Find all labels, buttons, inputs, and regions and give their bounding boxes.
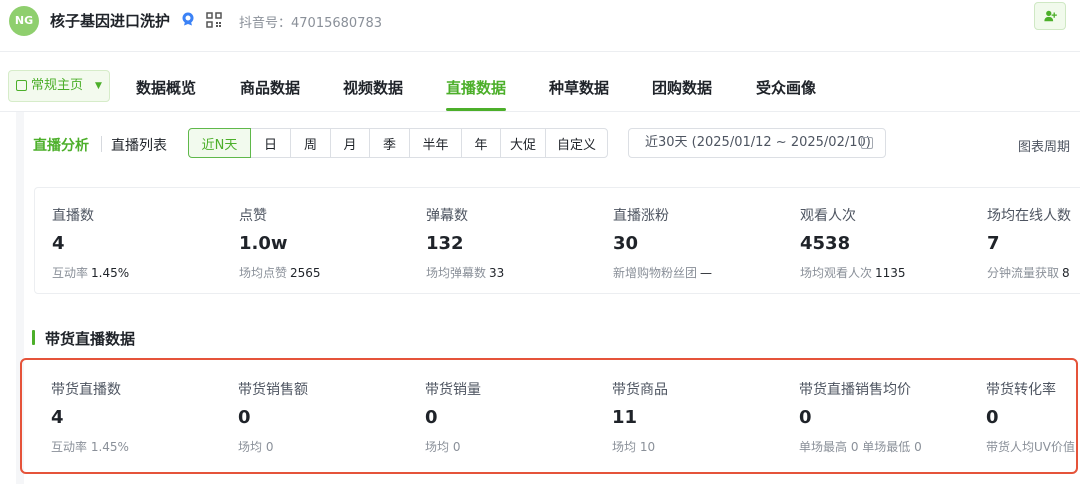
period-recent-n[interactable]: 近N天 (188, 128, 251, 158)
home-label: 常规主页 (31, 78, 84, 93)
date-range-text: 近30天 (2025/01/12 ~ 2025/02/10) (645, 135, 871, 150)
period-custom[interactable]: 自定义 (545, 128, 608, 158)
home-icon (16, 80, 27, 91)
stat-sub-label: 场均弹幕数 (426, 266, 487, 280)
stat-label: 直播数 (52, 208, 94, 224)
stat-label: 点赞 (239, 208, 267, 224)
subtab-live-analysis[interactable]: 直播分析 (33, 135, 89, 155)
date-range-picker[interactable]: 近30天 (2025/01/12 ~ 2025/02/10) (628, 128, 886, 158)
stat-sub-label: 新增购物粉丝团 (613, 266, 698, 280)
stat-sub: 互动率 1.45% (52, 264, 129, 281)
stat-sub-label: 互动率 (52, 266, 89, 280)
period-year[interactable]: 年 (461, 128, 501, 158)
period-half-year[interactable]: 半年 (409, 128, 462, 158)
stat-likes: 点赞 1.0w 场均点赞 2565 (222, 188, 409, 293)
stat-sub: 场均点赞 2565 (239, 264, 321, 281)
shop-logo: NG (9, 6, 39, 36)
stat-new-fans: 直播涨粉 30 新增购物粉丝团 — (596, 188, 783, 293)
stat-value: 4 (52, 233, 65, 254)
tab-videos[interactable]: 视频数据 (343, 77, 403, 98)
stat-avg-online: 场均在线人数 7 分钟流量获取 8 (970, 188, 1080, 293)
tab-live[interactable]: 直播数据 (446, 77, 506, 98)
stat-label: 观看人次 (800, 208, 856, 224)
tab-seeding[interactable]: 种草数据 (549, 77, 609, 98)
tab-audience[interactable]: 受众画像 (756, 77, 816, 98)
subtab-live-list[interactable]: 直播列表 (111, 135, 167, 155)
stat-value: 7 (987, 233, 1000, 254)
top-bar: NG 核子基因进口洗护 抖音号：47015680783 (0, 0, 1080, 52)
stat-sub-value: 33 (489, 266, 505, 280)
stat-sub: 分钟流量获取 8 (987, 264, 1070, 281)
douyin-id: 抖音号：47015680783 (239, 12, 382, 31)
live-stats-card: 直播数 4 互动率 1.45% 点赞 1.0w 场均点赞 2565 弹幕数 132 … (34, 187, 1080, 294)
main-nav: 常规主页 ▼ 数据概览 商品数据 视频数据 直播数据 种草数据 团购数据 受众画… (0, 60, 1080, 112)
stat-sub-value: — (700, 266, 713, 280)
highlight-annotation (20, 358, 1078, 474)
section-title-marker (32, 330, 35, 345)
verified-badge-icon (182, 12, 194, 26)
stat-label: 弹幕数 (426, 208, 468, 224)
chevron-down-icon: ▼ (95, 81, 102, 91)
stat-sub-value: 2565 (290, 266, 321, 280)
stat-sub: 场均弹幕数 33 (426, 264, 504, 281)
tab-group-buy[interactable]: 团购数据 (652, 77, 712, 98)
shop-name: 核子基因进口洗护 (50, 12, 171, 30)
add-user-icon (1044, 10, 1057, 22)
add-user-button[interactable] (1034, 2, 1066, 30)
stat-label: 场均在线人数 (987, 208, 1071, 224)
period-week[interactable]: 周 (290, 128, 331, 158)
period-quarter[interactable]: 季 (369, 128, 410, 158)
stat-sub: 场均观看人次 1135 (800, 264, 906, 281)
stat-sub-label: 分钟流量获取 (987, 266, 1060, 280)
tab-products[interactable]: 商品数据 (240, 77, 300, 98)
stat-value: 132 (426, 233, 464, 254)
stat-value: 1.0w (239, 233, 288, 254)
douyin-id-value: 47015680783 (291, 16, 382, 31)
stat-sub-value: 1135 (875, 266, 906, 280)
stat-sub-label: 场均点赞 (239, 266, 288, 280)
stat-sub: 新增购物粉丝团 — (613, 264, 712, 281)
active-tab-indicator (446, 108, 506, 111)
stat-value: 30 (613, 233, 639, 254)
period-month[interactable]: 月 (330, 128, 370, 158)
stat-sub-value: 8 (1062, 266, 1070, 280)
subtab-divider (101, 136, 102, 152)
qr-code-icon[interactable] (206, 12, 222, 28)
stat-views: 观看人次 4538 场均观看人次 1135 (783, 188, 970, 293)
tab-overview[interactable]: 数据概览 (136, 77, 196, 98)
period-selector: 近N天 日 周 月 季 半年 年 大促 自定义 (188, 128, 608, 158)
stat-value: 4538 (800, 233, 851, 254)
calendar-icon (861, 137, 873, 149)
period-promo[interactable]: 大促 (500, 128, 546, 158)
chart-cycle-label[interactable]: 图表周期 (1018, 136, 1070, 155)
home-dropdown[interactable]: 常规主页 ▼ (8, 70, 110, 102)
stat-sub-label: 场均观看人次 (800, 266, 873, 280)
section-title: 带货直播数据 (45, 330, 136, 348)
douyin-id-label: 抖音号： (239, 16, 292, 31)
stat-live-count: 直播数 4 互动率 1.45% (35, 188, 222, 293)
stat-comments: 弹幕数 132 场均弹幕数 33 (409, 188, 596, 293)
stat-label: 直播涨粉 (613, 208, 669, 224)
stat-sub-value: 1.45% (91, 266, 130, 280)
period-day[interactable]: 日 (250, 128, 291, 158)
